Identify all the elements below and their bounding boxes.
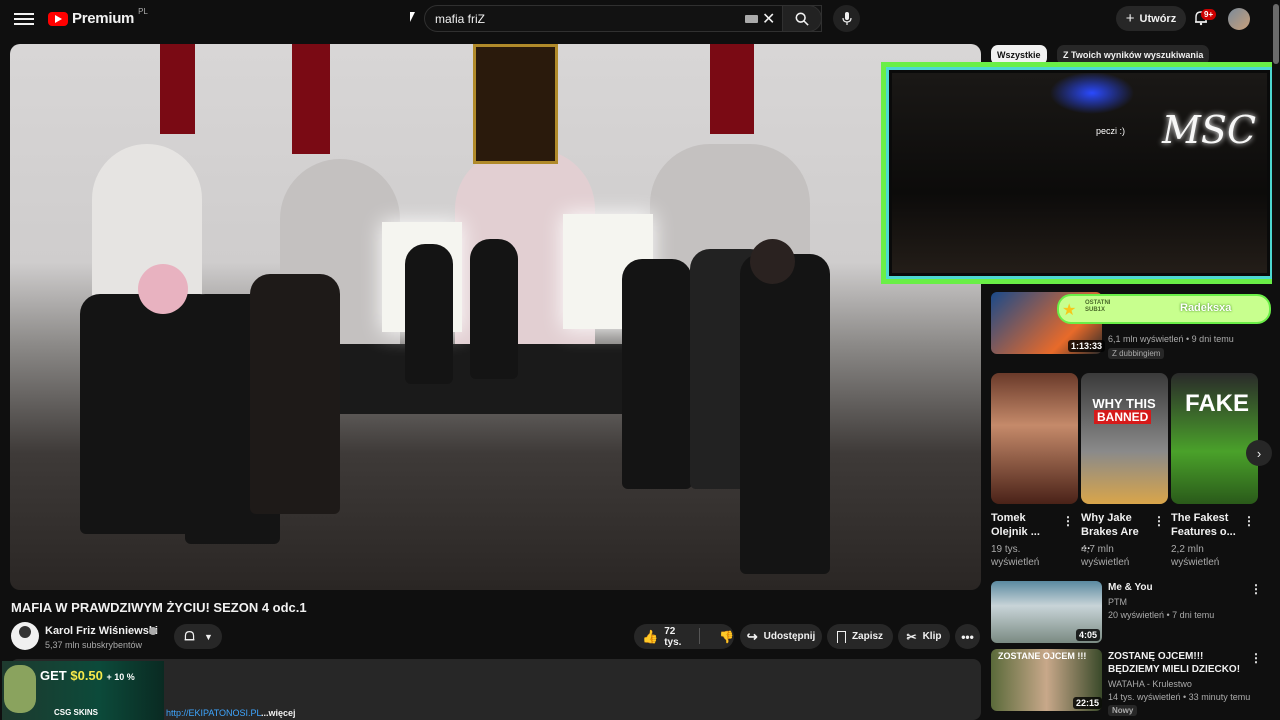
ad-character-image xyxy=(4,665,36,713)
recommendation-channel[interactable]: PTM xyxy=(1108,597,1127,607)
short-views-line: 4,7 mln xyxy=(1081,544,1114,555)
short-overlay-text: FAKE xyxy=(1185,390,1250,417)
chevron-right-icon[interactable]: › xyxy=(1246,440,1272,466)
microphone-icon xyxy=(841,11,852,25)
share-label: Udostępnij xyxy=(763,631,816,642)
account-avatar[interactable] xyxy=(1228,8,1250,30)
video-duration: 1:13:33 xyxy=(1068,340,1106,352)
logo-region: PL xyxy=(138,7,148,16)
bell-icon xyxy=(184,631,195,641)
ad-headline: GET $0.50 + 10 % xyxy=(40,668,135,683)
bookmark-icon xyxy=(836,630,846,643)
thumbs-down-icon[interactable]: 👎 xyxy=(719,630,734,644)
recommendation-meta: 20 wyświetleń • 7 dni temu xyxy=(1108,610,1215,620)
verified-icon xyxy=(149,627,157,635)
scrollbar[interactable] xyxy=(1272,0,1280,720)
streamer-webcam-overlay xyxy=(881,62,1278,284)
youtube-play-icon xyxy=(48,11,68,26)
ad-amount: $0.50 xyxy=(70,668,103,683)
like-divider xyxy=(699,628,700,644)
menu-icon[interactable] xyxy=(14,10,34,28)
subscription-bell-button[interactable]: ▼ xyxy=(174,624,222,649)
video-title: MAFIA W PRAWDZIWYM ŻYCIU! SEZON 4 odc.1 xyxy=(11,600,307,615)
search-icon xyxy=(795,12,809,26)
like-dislike-group: 👍 72 tys. 👎 xyxy=(634,624,734,649)
logo-text: Premium xyxy=(72,10,135,27)
ad-brand: CSG SKINS xyxy=(54,708,99,717)
short-views: 19 tys. wyświetleń xyxy=(991,543,1039,569)
recommendation-channel[interactable]: WATAHA - Krulestwo xyxy=(1108,679,1192,689)
short-title[interactable]: The Fakest Features o... xyxy=(1171,511,1239,539)
youtube-logo[interactable]: Premium PL xyxy=(48,7,148,27)
short-overlay-text: BANNED xyxy=(1094,410,1152,424)
scissors-icon: ✂ xyxy=(906,629,917,644)
recommendation-meta: 14 tys. wyświetleń • 33 minuty temu xyxy=(1108,692,1251,702)
short-views-line: wyświetleń xyxy=(1171,557,1220,568)
video-duration: 22:15 xyxy=(1073,697,1103,709)
short-views-line: 2,2 mln xyxy=(1171,544,1204,555)
more-vert-icon[interactable]: ⋮ xyxy=(1243,514,1255,528)
keyboard-icon[interactable] xyxy=(745,15,758,23)
short-thumbnail[interactable] xyxy=(991,373,1078,504)
notifications-badge: 9+ xyxy=(1201,9,1217,20)
sub-label-line-2: SUB1X xyxy=(1085,307,1106,313)
short-views: 2,2 mln wyświetleń xyxy=(1171,543,1219,569)
thumbs-up-icon[interactable]: 👍 xyxy=(642,629,658,645)
short-views-line: wyświetleń xyxy=(991,557,1040,568)
more-actions-button[interactable]: ••• xyxy=(955,624,980,649)
overlay-msc-sign: MSC xyxy=(1162,108,1257,152)
search-input[interactable] xyxy=(435,11,735,26)
more-vert-icon[interactable]: ⋮ xyxy=(1250,582,1262,596)
share-icon: ↪ xyxy=(746,628,758,644)
last-sub-label: OSTATNI SUB1X xyxy=(1085,300,1110,314)
thumbnail-overlay-text: ZOSTANE OJCEM !!! xyxy=(998,651,1087,661)
short-views-line: wyświetleń xyxy=(1081,557,1130,568)
description-link[interactable]: http://EKIPATONOSI.PL xyxy=(166,708,262,718)
channel-avatar[interactable] xyxy=(11,622,39,650)
more-icon: ••• xyxy=(961,629,974,644)
video-player[interactable] xyxy=(10,44,981,590)
short-overlay-text: WHY THIS xyxy=(1092,396,1156,411)
more-vert-icon[interactable]: ⋮ xyxy=(1250,651,1262,665)
star-icon: ★ xyxy=(1062,302,1077,319)
more-vert-icon[interactable]: ⋮ xyxy=(1062,514,1074,528)
share-button[interactable]: ↪ Udostępnij xyxy=(740,624,822,649)
search-button[interactable] xyxy=(782,5,822,32)
short-title[interactable]: Tomek Olejnik ... xyxy=(991,511,1059,539)
mouse-cursor-icon xyxy=(410,12,415,22)
subscriber-count: 5,37 mln subskrybentów xyxy=(45,640,143,650)
save-button[interactable]: Zapisz xyxy=(827,624,893,649)
video-duration: 4:05 xyxy=(1076,629,1101,641)
more-vert-icon[interactable]: ⋮ xyxy=(1153,514,1165,528)
last-sub-name: Radeksxa xyxy=(1180,302,1232,314)
channel-name[interactable]: Karol Friz Wiśniewski xyxy=(45,625,158,637)
scrollbar-thumb[interactable] xyxy=(1273,4,1279,64)
recommendation-title[interactable]: Me & You xyxy=(1108,581,1243,594)
short-views-line: 19 tys. xyxy=(991,544,1021,555)
new-badge: Nowy xyxy=(1108,705,1138,716)
clip-label: Klip xyxy=(922,631,942,642)
ad-plus: + 10 % xyxy=(106,672,135,682)
description-more[interactable]: ...więcej xyxy=(261,708,296,718)
create-label: Utwórz xyxy=(1139,12,1177,25)
dubbing-badge: Z dubbingiem xyxy=(1108,348,1165,359)
save-label: Zapisz xyxy=(851,631,884,642)
like-count[interactable]: 72 tys. xyxy=(664,626,691,648)
voice-search-button[interactable] xyxy=(833,5,860,32)
clear-search-icon[interactable]: ✕ xyxy=(762,9,775,29)
short-thumbnail[interactable] xyxy=(1081,373,1168,504)
clip-button[interactable]: ✂ Klip xyxy=(898,624,950,649)
recommendation-meta: 6,1 mln wyświetleń • 9 dni temu xyxy=(1108,334,1234,344)
short-views: 4,7 mln wyświetleń xyxy=(1081,543,1129,569)
ad-prefix: GET xyxy=(40,668,67,683)
sub-label-line-1: OSTATNI xyxy=(1085,300,1111,306)
create-button[interactable]: + Utwórz xyxy=(1116,6,1186,31)
chevron-down-icon: ▼ xyxy=(204,631,213,642)
plus-icon: + xyxy=(1125,10,1135,27)
overlay-note: peczi :) xyxy=(1096,126,1126,136)
recommendation-title[interactable]: ZOSTANĘ OJCEM!!! BĘDZIEMY MIELI DZIECKO! xyxy=(1108,650,1243,676)
